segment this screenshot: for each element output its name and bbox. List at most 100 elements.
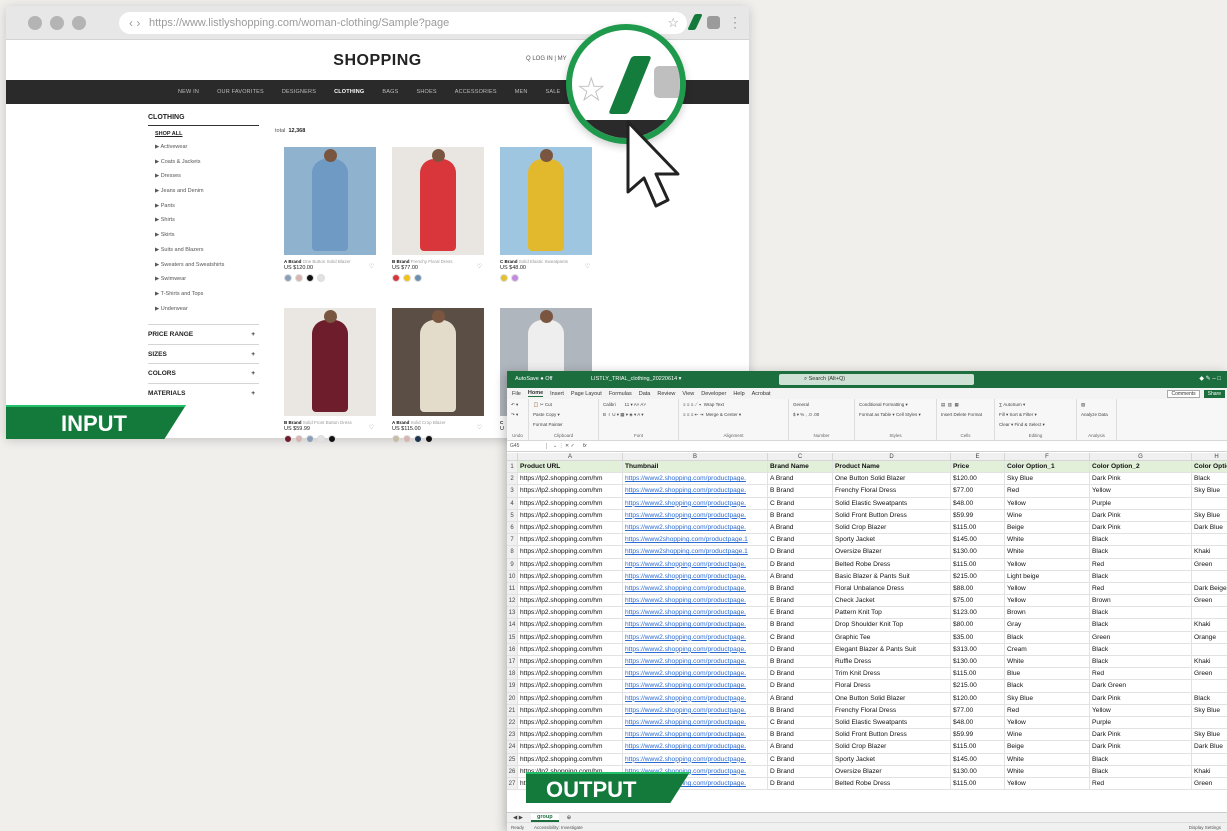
plus-icon[interactable]: + [251,331,255,338]
table-cell[interactable]: $120.00 [951,692,1005,705]
wishlist-heart-icon[interactable]: ♡ [477,424,482,431]
ribbon-tab[interactable]: Insert [550,391,564,397]
table-cell[interactable]: Black [1090,619,1192,632]
bookmark-star-icon[interactable]: ☆ [667,12,679,34]
table-cell[interactable]: Dark Pink [1090,473,1192,486]
font-name-select[interactable]: Calibri [603,402,616,407]
table-cell[interactable]: C Brand [768,753,833,766]
table-cell[interactable]: https://www2.shopping.com/productpage. [623,570,768,583]
paste-icon[interactable]: 📋 [533,402,539,407]
table-cell[interactable]: Frenchy Floral Dress [833,485,951,498]
table-cell[interactable]: $59.99 [951,729,1005,742]
color-swatch[interactable] [403,274,411,282]
table-cell[interactable]: https://lp2.shopping.com/hm [518,704,623,717]
table-cell[interactable]: Green [1192,559,1227,571]
table-cell[interactable]: $313.00 [951,643,1005,656]
color-swatch[interactable] [403,435,411,443]
ribbon-tab[interactable]: Acrobat [752,391,771,397]
table-cell[interactable]: https://www2.shopping.com/productpage. [623,619,768,632]
table-cell[interactable]: Yellow [1005,595,1090,608]
table-cell[interactable]: https://www2.shopping.com/productpage. [623,716,768,730]
number-format-select[interactable]: General [793,402,850,412]
table-cell[interactable]: Red [1005,704,1090,717]
table-cell[interactable]: Black [1090,570,1192,583]
ribbon-tab[interactable]: Page Layout [571,391,602,397]
header-cell[interactable]: Color Option_2 [1090,461,1192,474]
column-header[interactable]: G [1090,453,1192,461]
category-item[interactable]: ▶ Swimwear [148,276,259,291]
table-cell[interactable]: Khaki [1192,546,1227,559]
search-box[interactable]: ⌕ Search (Alt+Q) [779,374,974,385]
font-size-select[interactable]: 11 [625,402,630,407]
product-name[interactable]: A Brand One Button Solid Blazer [284,259,376,264]
table-cell[interactable]: D Brand [768,558,833,571]
ribbon-tab[interactable]: Home [527,390,544,397]
column-header[interactable]: A [518,453,623,461]
autosave-toggle[interactable]: AutoSave ● Off [515,376,552,382]
delete-button[interactable]: Delete [954,412,967,417]
table-cell[interactable]: https://lp2.shopping.com/hm [518,716,623,730]
table-cell[interactable]: $59.99 [951,509,1005,522]
table-cell[interactable]: Drop Shoulder Knit Top [833,619,951,632]
table-cell[interactable]: Oversize Blazer [833,765,951,778]
color-swatch[interactable] [425,435,433,443]
header-cell[interactable]: Thumbnail [623,461,768,474]
table-cell[interactable]: Green [1192,595,1227,608]
product-image[interactable] [500,147,592,255]
table-cell[interactable]: Sky Blue [1005,473,1090,486]
select-all-corner[interactable] [507,453,518,461]
file-name[interactable]: LISTLY_TRIAL_clothing_20220614 ▾ [591,376,681,382]
table-cell[interactable]: Dark Pink [1090,729,1192,742]
table-cell[interactable]: Black [1192,693,1227,705]
table-cell[interactable]: Red [1090,777,1192,791]
ribbon-tab[interactable]: View [682,391,694,397]
ribbon-tab[interactable]: Data [639,391,651,397]
table-cell[interactable] [1192,680,1227,693]
table-cell[interactable]: $145.00 [951,753,1005,766]
status-display-settings[interactable]: Display Settings [1189,825,1227,830]
table-cell[interactable]: B Brand [768,619,833,632]
table-cell[interactable]: $145.00 [951,534,1005,547]
column-header[interactable]: H [1192,453,1227,461]
table-cell[interactable] [1192,754,1227,766]
table-cell[interactable]: Ruffle Dress [833,656,951,669]
table-cell[interactable]: White [1005,656,1090,669]
table-cell[interactable]: C Brand [768,534,833,547]
table-cell[interactable] [1192,534,1227,547]
table-cell[interactable]: Wine [1005,729,1090,742]
table-cell[interactable]: $80.00 [951,619,1005,632]
minimize-dot[interactable] [50,16,64,30]
table-cell[interactable]: $115.00 [951,558,1005,571]
find-select-button[interactable]: Find & Select ▾ [1015,422,1045,427]
row-number[interactable]: 18 [507,668,518,681]
table-cell[interactable]: Khaki [1192,619,1227,632]
table-cell[interactable]: https://www2.shopping.com/productpage. [623,595,768,608]
ribbon-tab[interactable]: Developer [701,391,726,397]
color-swatch[interactable] [414,435,422,443]
table-cell[interactable]: Basic Blazer & Pants Suit [833,570,951,583]
cell-styles-button[interactable]: Cell Styles ▾ [896,412,921,417]
column-header[interactable]: D [833,453,951,461]
filter-accordion[interactable]: MATERIALS + [148,382,259,403]
color-swatch[interactable] [295,435,303,443]
row-number[interactable]: 14 [507,619,518,632]
category-item[interactable]: ▶ Skirts [148,232,259,247]
table-cell[interactable]: $48.00 [951,716,1005,730]
row-number[interactable]: 10 [507,570,518,583]
row-number[interactable]: 9 [507,558,518,571]
table-cell[interactable]: https://lp2.shopping.com/hm [518,753,623,766]
color-swatch[interactable] [392,435,400,443]
insert-button[interactable]: Insert [941,412,952,417]
table-cell[interactable]: Solid Front Button Dress [833,509,951,522]
table-cell[interactable]: One Button Solid Blazer [833,473,951,486]
table-cell[interactable]: Dark Blue [1192,741,1227,754]
table-cell[interactable]: Wine [1005,509,1090,522]
table-cell[interactable]: https://lp2.shopping.com/hm [518,595,623,608]
table-cell[interactable]: https://lp2.shopping.com/hm [518,497,623,510]
table-cell[interactable]: https://www2.shopping.com/productpage. [623,521,768,535]
table-cell[interactable]: Black [1090,546,1192,559]
table-cell[interactable]: Khaki [1192,766,1227,778]
table-cell[interactable]: https://lp2.shopping.com/hm [518,643,623,656]
row-number[interactable]: 8 [507,546,518,559]
sheet-nav-arrows[interactable]: ◀ ▶ [513,815,523,821]
